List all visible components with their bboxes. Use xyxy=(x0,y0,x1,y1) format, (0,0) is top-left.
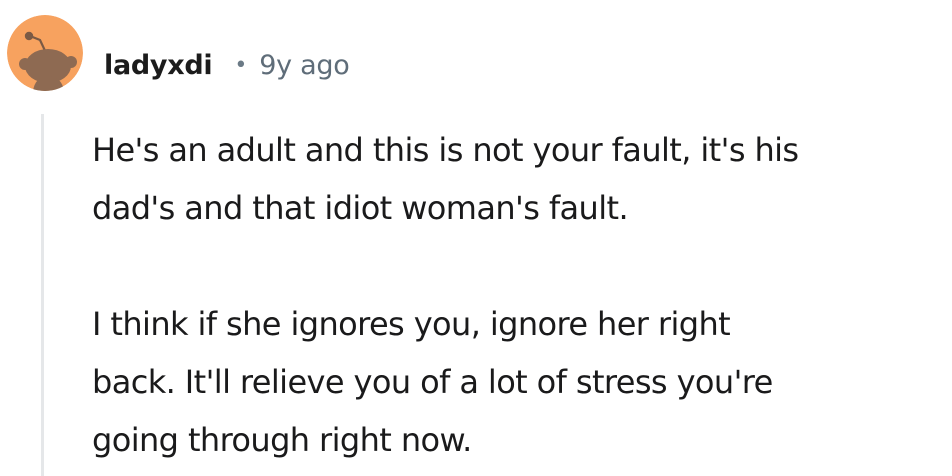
comment-line: I think if she ignores you, ignore her r… xyxy=(92,305,731,343)
comment-line: dad's and that idiot woman's fault. xyxy=(92,189,629,227)
comment: ladyxdi • 9y ago He's an adult and this … xyxy=(0,0,952,476)
comment-line: going through right now. xyxy=(92,421,472,459)
user-avatar[interactable] xyxy=(7,15,83,91)
comment-paragraph: I think if she ignores you, ignore her r… xyxy=(92,295,944,469)
comment-line: He's an adult and this is not your fault… xyxy=(92,131,799,169)
comment-paragraph: He's an adult and this is not your fault… xyxy=(92,121,944,237)
comment-body: He's an adult and this is not your fault… xyxy=(92,121,944,469)
thread-line[interactable] xyxy=(41,114,44,476)
comment-header: ladyxdi • 9y ago xyxy=(104,42,350,88)
snoo-avatar-icon xyxy=(7,15,83,91)
username-link[interactable]: ladyxdi xyxy=(104,50,213,81)
comment-timestamp[interactable]: 9y ago xyxy=(259,50,349,81)
separator-dot: • xyxy=(234,52,248,78)
comment-line: back. It'll relieve you of a lot of stre… xyxy=(92,363,773,401)
